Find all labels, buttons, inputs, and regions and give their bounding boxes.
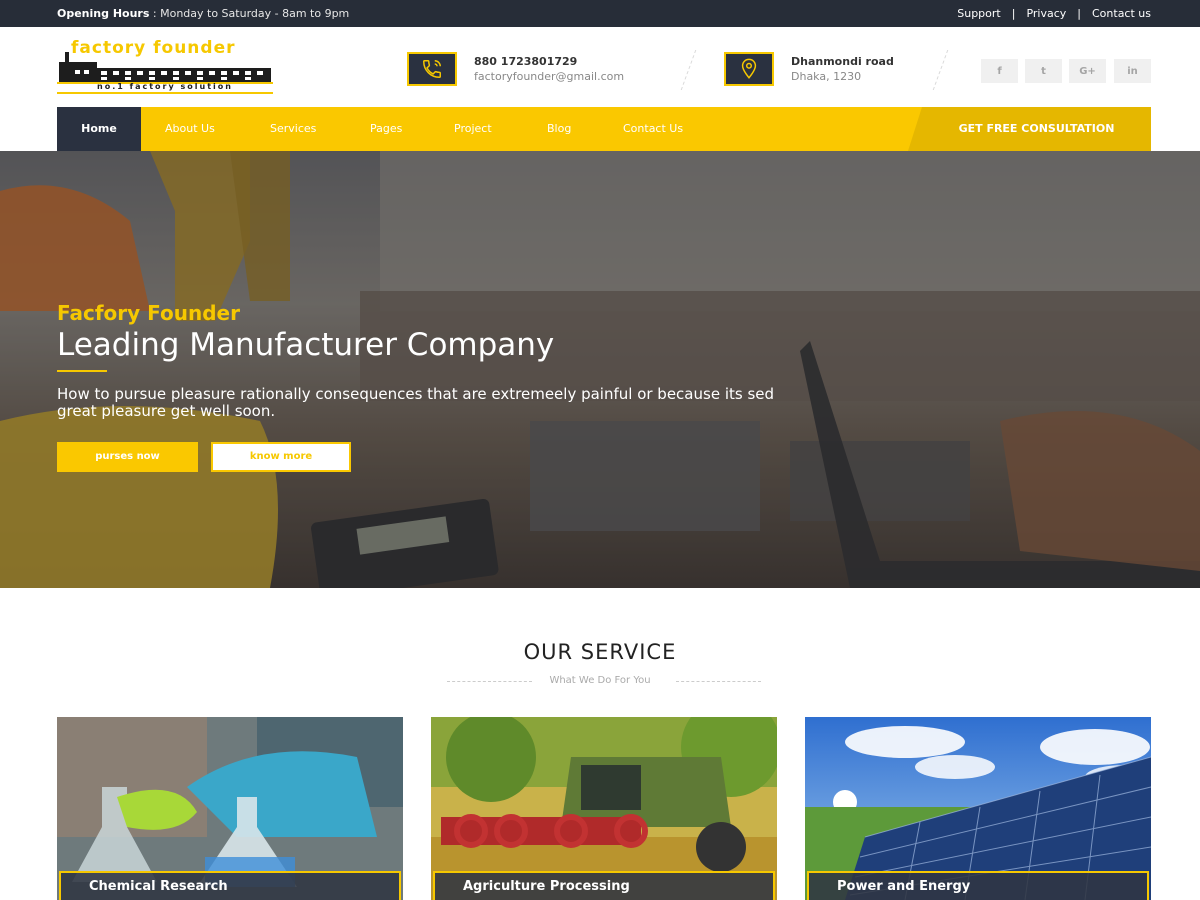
consultation-button[interactable]: GET FREE CONSULTATION	[908, 107, 1151, 151]
know-more-button[interactable]: know more	[211, 442, 351, 472]
service-card-chemical-research[interactable]: Chemical Research	[57, 717, 403, 900]
card-title: Power and Energy	[807, 871, 1149, 900]
purses-now-button[interactable]: purses now	[57, 442, 198, 472]
card-title: Agriculture Processing	[433, 871, 775, 900]
divider: |	[1011, 7, 1016, 20]
service-card-power-and-energy[interactable]: Power and Energy	[805, 717, 1151, 900]
google-plus-icon[interactable]: G+	[1069, 59, 1106, 83]
opening-hours-value: Monday to Saturday - 8am to 9pm	[160, 7, 350, 20]
opening-hours-separator: :	[149, 7, 161, 20]
divider: |	[1077, 7, 1081, 20]
hero-title: Leading Manufacturer Company	[57, 327, 555, 363]
divider	[676, 681, 761, 682]
top-links: Support | Privacy | Contact us	[957, 7, 1151, 20]
facebook-icon[interactable]: f	[981, 59, 1018, 83]
logo-tagline: no.1 factory solution	[97, 82, 233, 91]
twitter-icon[interactable]: t	[1025, 59, 1062, 83]
nav-contact-us[interactable]: Contact Us	[623, 107, 683, 151]
nav-services[interactable]: Services	[270, 107, 316, 151]
hero-underline	[57, 370, 107, 372]
nav-home[interactable]: Home	[57, 107, 141, 151]
contact-us-link[interactable]: Contact us	[1092, 7, 1151, 20]
logo-text: factory founder	[71, 38, 236, 58]
hero-overlay	[0, 151, 1200, 588]
nav-blog[interactable]: Blog	[547, 107, 571, 151]
address-line-1: Dhanmondi road	[791, 55, 894, 68]
location-pin-icon	[724, 52, 774, 86]
nav-about-us[interactable]: About Us	[165, 107, 215, 151]
linkedin-icon[interactable]: in	[1114, 59, 1151, 83]
phone-contact: 880 1723801729 factoryfounder@gmail.com	[407, 52, 667, 86]
phone-number[interactable]: 880 1723801729	[474, 55, 577, 68]
hero-banner: Facfory Founder Leading Manufacturer Com…	[0, 151, 1200, 588]
divider	[932, 50, 949, 90]
card-title: Chemical Research	[59, 871, 401, 900]
phone-icon	[407, 52, 457, 86]
divider	[680, 50, 697, 90]
address-contact: Dhanmondi road Dhaka, 1230	[724, 52, 924, 86]
email-address[interactable]: factoryfounder@gmail.com	[474, 70, 624, 83]
nav-pages[interactable]: Pages	[370, 107, 402, 151]
opening-hours-label: Opening Hours	[57, 7, 150, 20]
address-line-2: Dhaka, 1230	[791, 70, 862, 83]
service-card-agriculture-processing[interactable]: Agriculture Processing	[431, 717, 777, 900]
privacy-link[interactable]: Privacy	[1026, 7, 1066, 20]
logo[interactable]: factory founder no.1 factory solution	[57, 38, 273, 94]
services-title: OUR SERVICE	[523, 640, 677, 664]
hero-description: How to pursue pleasure rationally conseq…	[57, 385, 775, 420]
opening-hours: Opening Hours : Monday to Saturday - 8am…	[57, 7, 349, 20]
top-bar: Opening Hours : Monday to Saturday - 8am…	[0, 0, 1200, 27]
services-subtitle: What We Do For You	[549, 675, 651, 686]
nav-project[interactable]: Project	[454, 107, 492, 151]
hero-subtitle: Facfory Founder	[57, 301, 240, 325]
support-link[interactable]: Support	[957, 7, 1000, 20]
